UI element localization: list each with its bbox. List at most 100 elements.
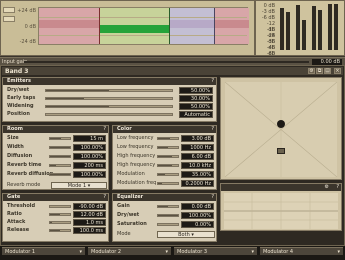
color-param-value[interactable]: 3.00 dB [181,135,214,142]
eq-param-slider[interactable] [157,205,179,208]
room-param-slider[interactable] [49,146,71,149]
help-icon[interactable]: ? [211,78,214,85]
early-param-slider[interactable] [45,97,173,100]
paste-icon[interactable]: ▤ [324,68,331,74]
slider-fill [46,98,84,99]
eq-param-slider[interactable] [157,214,179,217]
room-param-label: Reverb time [7,162,42,168]
early-param-value[interactable]: Automatic [179,111,213,118]
help-icon[interactable]: ? [336,184,339,191]
early-param-label: Widening [7,103,34,109]
eq-param-value[interactable]: 100.00% [181,212,214,219]
room-param-label: Reverb diffusion [7,171,54,177]
eq-param-row: Saturation 0.00% [115,221,216,228]
room-param-value[interactable]: 15 m [73,135,106,142]
chevron-down-icon: ▾ [251,249,254,255]
overview-db-label-top: +24 dB [17,8,36,14]
input-gain-slider[interactable] [24,61,309,63]
room-param-slider[interactable] [49,155,71,158]
eq-param-value[interactable]: 0.00% [181,221,214,228]
gate-param-value[interactable]: 100.0 ms [73,227,106,234]
eq-settings-icon[interactable]: ⚙ [325,184,329,191]
slider-fill [158,156,172,157]
eq-curve-display[interactable]: ⚙ ? [220,183,342,231]
early-param-value[interactable]: 50.00% [179,103,213,110]
eq-param-row: Dry/wet 100.00% [115,212,216,219]
gate-param-slider[interactable] [49,229,71,232]
tab-modulator-4[interactable]: Modulator 4 ▾ [260,247,343,255]
gate-param-row: Release 100.0 ms [5,227,108,234]
early-param-label: Dry/wet [7,87,30,93]
band-overview-graph[interactable] [38,7,249,45]
help-icon[interactable]: ? [103,194,106,201]
reverb-mode-select[interactable]: Mode 1 ▾ [51,182,107,189]
room-param-value[interactable]: 200 ms [73,162,106,169]
early-param-slider[interactable] [45,105,173,108]
eq-param-value[interactable]: 0.00 dB [181,203,214,210]
help-icon[interactable]: ? [103,126,106,133]
gate-param-value[interactable]: -90.00 dB [73,203,106,210]
slider-fill [158,147,168,148]
emitters-panel: Emitters ? Dry/wet 50.00% Early taps 30.00%… [2,77,217,122]
room-param-slider[interactable] [49,164,71,167]
eq-mode-value: Both [178,232,190,238]
color-panel: Color ? Low frequency 3.00 dB Low frequenc… [112,125,217,190]
color-param-value[interactable]: 1000 Hz [181,144,214,151]
color-param-value[interactable]: 35.00% [181,171,214,178]
gate-param-slider[interactable] [49,213,71,216]
color-param-slider[interactable] [157,173,179,176]
room-param-value[interactable]: 100.00% [73,144,106,151]
color-param-value[interactable]: 0.2000 Hz [181,180,214,187]
color-param-row: Low frequency 3.00 dB [115,135,216,142]
crossover-handle-1[interactable] [99,8,100,44]
room-panel-title: Room [3,126,108,133]
gate-param-label: Ratio [7,211,22,217]
color-param-slider[interactable] [157,182,179,185]
band-level-bar-3 [169,20,214,28]
color-param-slider[interactable] [157,137,179,140]
early-param-slider[interactable] [45,113,173,116]
overview-zoom-button[interactable] [3,16,15,22]
stage-field[interactable] [224,81,338,178]
eq-mode-select[interactable]: Both ▾ [157,231,215,238]
gate-param-slider[interactable] [49,221,71,224]
emitter-handle[interactable] [277,120,285,128]
tab-modulator-3[interactable]: Modulator 3 ▾ [174,247,257,255]
eq-param-slider[interactable] [157,223,179,226]
room-param-slider[interactable] [49,137,71,140]
early-param-slider[interactable] [45,89,173,92]
color-param-slider[interactable] [157,155,179,158]
color-param-slider[interactable] [157,164,179,167]
room-param-value[interactable]: 100.00% [73,171,106,178]
crossover-handle-2[interactable] [169,8,170,44]
gate-param-value[interactable]: 12.00 dB [73,211,106,218]
crossover-handle-3[interactable] [214,8,215,44]
output-level-meter: 0 dB -3 dB -6 dB -12 dB -18 dB -24 dB -3… [255,0,345,63]
gate-panel: Gate ? Threshold -90.00 dB Ratio 12.00 dB At… [2,193,109,242]
copy-icon[interactable]: ⧉ [316,68,323,74]
settings-icon[interactable]: ⚙ [308,68,315,74]
color-param-row: Low frequency 1000 Hz [115,144,216,151]
early-param-value[interactable]: 30.00% [179,95,213,102]
tab-label: Modulator 1 [5,249,36,255]
tab-modulator-1[interactable]: Modulator 1 ▾ [2,247,85,255]
close-icon[interactable]: × [334,68,341,74]
tab-modulator-2[interactable]: Modulator 2 ▾ [88,247,171,255]
chevron-down-icon: ▾ [165,249,168,255]
early-param-value[interactable]: 50.00% [179,87,213,94]
color-param-value[interactable]: 10.0 kHz [181,162,214,169]
room-param-row: Diffusion 100.00% [5,153,108,160]
color-param-value[interactable]: 6.00 dB [181,153,214,160]
help-icon[interactable]: ? [211,194,214,201]
color-param-slider[interactable] [157,146,179,149]
room-param-slider[interactable] [49,173,71,176]
gate-param-value[interactable]: 1.0 ms [73,219,106,226]
room-param-row: Size 15 m [5,135,108,142]
help-icon[interactable]: ? [211,126,214,133]
room-param-value[interactable]: 100.00% [73,153,106,160]
stereo-stage-view[interactable] [220,77,342,180]
eq-graph[interactable] [224,193,338,229]
gate-param-slider[interactable] [49,205,71,208]
listener-mic-icon[interactable] [277,148,285,154]
reverb-mode-label: Reverb mode [7,182,41,188]
